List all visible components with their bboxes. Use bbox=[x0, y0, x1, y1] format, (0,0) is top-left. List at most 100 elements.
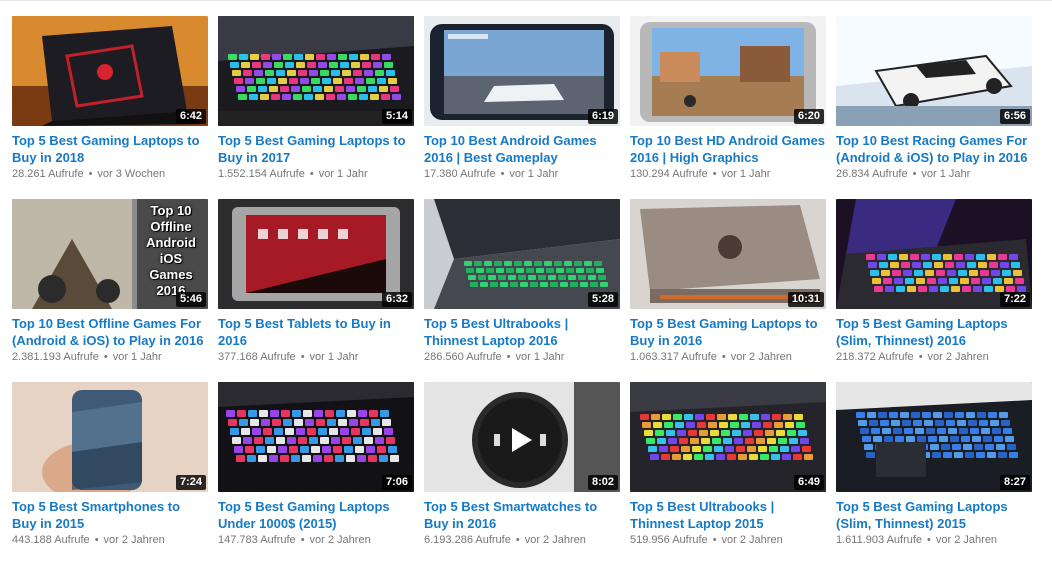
video-card: 10:31 Top 5 Best Gaming Laptops to Buy in… bbox=[630, 199, 826, 382]
video-duration: 6:32 bbox=[381, 292, 412, 307]
video-thumbnail[interactable]: 7:24 bbox=[12, 382, 208, 492]
video-thumbnail[interactable]: 8:02 bbox=[424, 382, 620, 492]
video-duration: 8:27 bbox=[999, 475, 1030, 490]
video-duration: 6:20 bbox=[793, 109, 824, 124]
meta-separator: • bbox=[103, 351, 108, 363]
meta-separator: • bbox=[515, 534, 520, 546]
video-card: 6:19 Top 10 Best Android Games 2016 | Bes… bbox=[424, 16, 620, 199]
video-card: 6:42 Top 5 Best Gaming Laptops to Buy in … bbox=[12, 16, 208, 199]
video-title-link[interactable]: Top 5 Best Tablets to Buy in 2016 bbox=[218, 315, 414, 349]
upload-age: vor 2 Jahren bbox=[730, 351, 792, 363]
meta-separator: • bbox=[927, 534, 931, 546]
video-duration: 5:28 bbox=[587, 292, 618, 307]
meta-separator: • bbox=[500, 168, 505, 180]
upload-age: vor 1 Jahr bbox=[318, 168, 368, 180]
video-title-link[interactable]: Top 5 Best Smartwatches to Buy in 2016 bbox=[424, 498, 620, 532]
video-thumbnail[interactable]: 7:06 bbox=[218, 382, 414, 492]
video-duration: 7:22 bbox=[999, 292, 1030, 307]
video-meta: 1.063.317 Aufrufe • vor 2 Jahren bbox=[630, 350, 826, 364]
video-duration: 6:49 bbox=[793, 475, 824, 490]
view-count: 6.193.286 Aufrufe bbox=[424, 534, 511, 546]
video-duration: 7:06 bbox=[381, 475, 412, 490]
video-title-link[interactable]: Top 10 Best Racing Games For (Android & … bbox=[836, 132, 1032, 166]
view-count: 1.611.903 Aufrufe bbox=[836, 534, 923, 546]
video-thumbnail[interactable]: Top 10 Offline Android iOS Games 2016 5:46 bbox=[12, 199, 208, 309]
video-title-link[interactable]: Top 5 Best Ultrabooks | Thinnest Laptop … bbox=[630, 498, 826, 532]
video-title-link[interactable]: Top 5 Best Gaming Laptops Under 1000$ (2… bbox=[218, 498, 414, 532]
view-count: 26.834 Aufrufe bbox=[836, 168, 908, 180]
video-thumbnail[interactable]: 6:19 bbox=[424, 16, 620, 126]
video-card: 7:24 Top 5 Best Smartphones to Buy in 201… bbox=[12, 382, 208, 565]
video-title-link[interactable]: Top 5 Best Gaming Laptops (Slim, Thinnes… bbox=[836, 498, 1032, 532]
top-divider bbox=[0, 0, 1052, 1]
video-title-link[interactable]: Top 5 Best Gaming Laptops to Buy in 2016 bbox=[630, 315, 826, 349]
overlay-text-line: Offline bbox=[150, 219, 192, 234]
video-thumbnail[interactable]: 10:31 bbox=[630, 199, 826, 309]
video-meta: 130.294 Aufrufe • vor 1 Jahr bbox=[630, 167, 826, 181]
video-duration: 6:42 bbox=[175, 109, 206, 124]
video-title-link[interactable]: Top 5 Best Gaming Laptops (Slim, Thinnes… bbox=[836, 315, 1032, 349]
video-thumbnail[interactable]: 8:27 bbox=[836, 382, 1032, 492]
video-title-link[interactable]: Top 5 Best Smartphones to Buy in 2015 bbox=[12, 498, 208, 532]
upload-age: vor 1 Jahr bbox=[721, 168, 771, 180]
view-count: 2.381.193 Aufrufe bbox=[12, 351, 99, 363]
video-title-link[interactable]: Top 10 Best Android Games 2016 | Best Ga… bbox=[424, 132, 620, 166]
view-count: 147.783 Aufrufe bbox=[218, 534, 296, 546]
video-thumbnail[interactable]: 6:56 bbox=[836, 16, 1032, 126]
video-meta: 6.193.286 Aufrufe • vor 2 Jahren bbox=[424, 533, 620, 547]
video-title-link[interactable]: Top 5 Best Gaming Laptops to Buy in 2017 bbox=[218, 132, 414, 166]
meta-separator: • bbox=[300, 351, 305, 363]
view-count: 1.063.317 Aufrufe bbox=[630, 351, 717, 363]
view-count: 218.372 Aufrufe bbox=[836, 351, 914, 363]
video-meta: 286.560 Aufrufe • vor 1 Jahr bbox=[424, 350, 620, 364]
video-thumbnail[interactable]: 6:49 bbox=[630, 382, 826, 492]
video-meta: 519.956 Aufrufe • vor 2 Jahren bbox=[630, 533, 826, 547]
video-thumbnail[interactable]: 7:22 bbox=[836, 199, 1032, 309]
video-meta: 147.783 Aufrufe • vor 2 Jahren bbox=[218, 533, 414, 547]
upload-age: vor 2 Jahren bbox=[524, 534, 586, 546]
meta-separator: • bbox=[309, 168, 314, 180]
video-meta: 443.188 Aufrufe • vor 2 Jahren bbox=[12, 533, 208, 547]
video-thumbnail[interactable]: 6:32 bbox=[218, 199, 414, 309]
video-duration: 5:14 bbox=[381, 109, 412, 124]
overlay-text-line: iOS bbox=[159, 251, 183, 266]
meta-separator: • bbox=[506, 351, 511, 363]
upload-age: vor 1 Jahr bbox=[515, 351, 565, 363]
video-thumbnail[interactable]: 6:20 bbox=[630, 16, 826, 126]
video-thumbnail[interactable]: 6:42 bbox=[12, 16, 208, 126]
video-meta: 2.381.193 Aufrufe • vor 1 Jahr bbox=[12, 350, 208, 364]
upload-age: vor 2 Jahren bbox=[927, 351, 989, 363]
overlay-text-line: Games bbox=[149, 267, 193, 282]
video-meta: 17.380 Aufrufe • vor 1 Jahr bbox=[424, 167, 620, 181]
meta-separator: • bbox=[300, 534, 305, 546]
video-meta: 377.168 Aufrufe • vor 1 Jahr bbox=[218, 350, 414, 364]
video-title-link[interactable]: Top 10 Best Offline Games For (Android &… bbox=[12, 315, 208, 349]
view-count: 1.552.154 Aufrufe bbox=[218, 168, 305, 180]
video-meta: 218.372 Aufrufe • vor 2 Jahren bbox=[836, 350, 1032, 364]
view-count: 286.560 Aufrufe bbox=[424, 351, 502, 363]
view-count: 443.188 Aufrufe bbox=[12, 534, 90, 546]
upload-age: vor 1 Jahr bbox=[921, 168, 971, 180]
video-card: 5:28 Top 5 Best Ultrabooks | Thinnest Lap… bbox=[424, 199, 620, 382]
video-title-link[interactable]: Top 5 Best Ultrabooks | Thinnest Laptop … bbox=[424, 315, 620, 349]
video-card: 5:14 Top 5 Best Gaming Laptops to Buy in … bbox=[218, 16, 414, 199]
video-duration: 7:24 bbox=[175, 475, 206, 490]
video-title-link[interactable]: Top 10 Best HD Android Games 2016 | High… bbox=[630, 132, 826, 166]
video-duration: 6:56 bbox=[999, 109, 1030, 124]
video-thumbnail[interactable]: 5:28 bbox=[424, 199, 620, 309]
video-card: 6:20 Top 10 Best HD Android Games 2016 | … bbox=[630, 16, 826, 199]
video-meta: 28.261 Aufrufe • vor 3 Wochen bbox=[12, 167, 208, 181]
upload-age: vor 2 Jahren bbox=[721, 534, 783, 546]
upload-age: vor 2 Jahren bbox=[103, 534, 165, 546]
video-card: 6:32 Top 5 Best Tablets to Buy in 2016 377… bbox=[218, 199, 414, 382]
upload-age: vor 1 Jahr bbox=[509, 168, 559, 180]
upload-age: vor 1 Jahr bbox=[309, 351, 359, 363]
video-title-link[interactable]: Top 5 Best Gaming Laptops to Buy in 2018 bbox=[12, 132, 208, 166]
video-card: 8:27 Top 5 Best Gaming Laptops (Slim, Thi… bbox=[836, 382, 1032, 565]
upload-age: vor 1 Jahr bbox=[112, 351, 162, 363]
video-duration: 8:02 bbox=[587, 475, 618, 490]
view-count: 377.168 Aufrufe bbox=[218, 351, 296, 363]
video-thumbnail[interactable]: 5:14 bbox=[218, 16, 414, 126]
upload-age: vor 2 Jahren bbox=[309, 534, 371, 546]
overlay-text-line: Top 10 bbox=[150, 203, 192, 218]
